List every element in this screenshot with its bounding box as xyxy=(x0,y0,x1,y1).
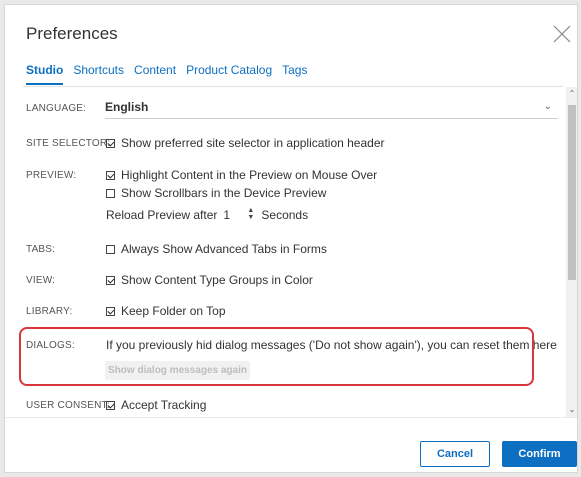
accept-tracking-option[interactable]: Accept Tracking xyxy=(106,398,206,412)
content-type-groups-checkbox[interactable] xyxy=(106,276,115,285)
highlight-text: Highlight Content in the Preview on Mous… xyxy=(121,168,378,182)
advanced-tabs-checkbox[interactable] xyxy=(106,245,115,254)
scroll-down-icon[interactable]: ⌄ xyxy=(568,405,576,415)
reload-seconds-input[interactable]: 1 xyxy=(223,208,245,222)
user-consent-label: USER CONSENT: xyxy=(26,400,110,411)
cancel-button[interactable]: Cancel xyxy=(420,441,490,467)
keep-folder-option[interactable]: Keep Folder on Top xyxy=(106,304,226,318)
scrollbar-thumb[interactable] xyxy=(568,105,576,280)
library-label: LIBRARY: xyxy=(26,306,73,317)
accept-tracking-checkbox[interactable] xyxy=(106,401,115,410)
tabs-label: TABS: xyxy=(26,244,56,255)
scrollbars-checkbox[interactable] xyxy=(106,189,115,198)
site-selector-checkbox[interactable] xyxy=(106,139,115,148)
chevron-down-icon: ⌄ xyxy=(543,101,552,112)
tab-tags[interactable]: Tags xyxy=(282,63,307,85)
scrollbar[interactable]: ⌃ ⌄ xyxy=(566,87,577,417)
accept-tracking-text: Accept Tracking xyxy=(121,398,207,412)
tab-studio[interactable]: Studio xyxy=(26,63,64,85)
preview-option-highlight[interactable]: Highlight Content in the Preview on Mous… xyxy=(106,168,377,182)
preview-label: PREVIEW: xyxy=(26,170,77,181)
site-selector-text: Show preferred site selector in applicat… xyxy=(121,136,385,150)
site-selector-label: SITE SELECTOR: xyxy=(26,138,111,149)
dialog-title: Preferences xyxy=(26,24,118,43)
language-select[interactable]: English ⌄ xyxy=(105,96,558,119)
highlight-checkbox[interactable] xyxy=(106,171,115,180)
footer-divider xyxy=(5,417,577,418)
advanced-tabs-option[interactable]: Always Show Advanced Tabs in Forms xyxy=(106,242,327,256)
preferences-dialog: Preferences Studio Shortcuts Content Pro… xyxy=(4,4,578,473)
close-icon[interactable] xyxy=(551,23,573,45)
content-type-groups-text: Show Content Type Groups in Color xyxy=(121,273,313,287)
language-value: English xyxy=(105,100,149,114)
content-type-groups-option[interactable]: Show Content Type Groups in Color xyxy=(106,273,313,287)
keep-folder-checkbox[interactable] xyxy=(106,307,115,316)
keep-folder-text: Keep Folder on Top xyxy=(121,304,226,318)
confirm-button[interactable]: Confirm xyxy=(502,441,577,467)
language-label: LANGUAGE: xyxy=(26,103,87,114)
preview-option-scrollbars[interactable]: Show Scrollbars in the Device Preview xyxy=(106,186,326,200)
dialogs-highlight-box xyxy=(19,327,534,386)
advanced-tabs-text: Always Show Advanced Tabs in Forms xyxy=(121,242,327,256)
reload-prefix: Reload Preview after xyxy=(106,208,218,222)
site-selector-option[interactable]: Show preferred site selector in applicat… xyxy=(106,136,384,150)
view-label: VIEW: xyxy=(26,275,56,286)
tab-product-catalog[interactable]: Product Catalog xyxy=(186,63,272,85)
scrollbars-text: Show Scrollbars in the Device Preview xyxy=(121,186,327,200)
reload-preview-row: Reload Preview after 1 ▲ ▼ Seconds xyxy=(106,207,309,222)
tab-content[interactable]: Content xyxy=(134,63,176,85)
stepper-icon[interactable]: ▲ ▼ xyxy=(247,207,255,221)
tab-shortcuts[interactable]: Shortcuts xyxy=(73,63,124,85)
reload-suffix: Seconds xyxy=(261,208,309,222)
scroll-up-icon[interactable]: ⌃ xyxy=(568,89,576,99)
tab-bar: Studio Shortcuts Content Product Catalog… xyxy=(26,63,317,85)
show-dialog-messages-button[interactable]: Show dialog messages again xyxy=(105,361,250,380)
